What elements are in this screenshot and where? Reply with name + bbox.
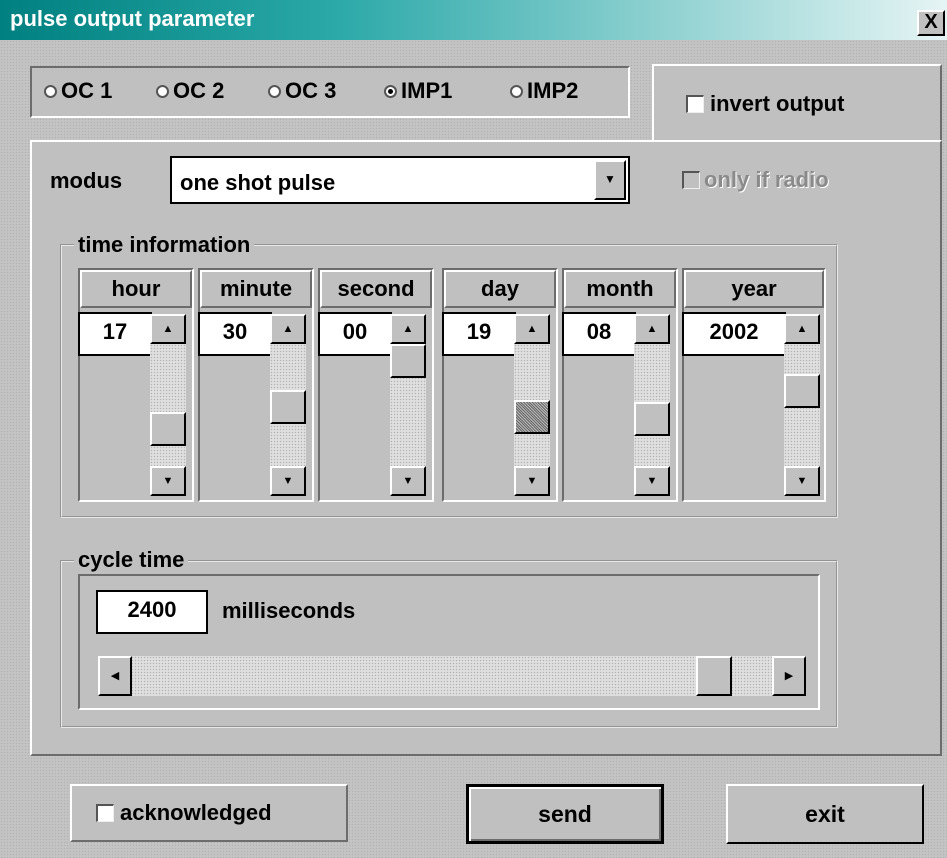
month-header: month [564, 270, 676, 308]
year-value[interactable]: 2002 [682, 312, 786, 356]
scroll-down-arrow-icon[interactable]: ▼ [390, 466, 426, 496]
second-value[interactable]: 00 [318, 312, 392, 356]
scroll-up-arrow-icon[interactable]: ▲ [270, 314, 306, 344]
cycle-time-unit: milliseconds [222, 598, 356, 623]
modus-value: one shot pulse [180, 170, 336, 195]
radio-imp1-label: IMP1 [401, 78, 453, 103]
scroll-up-arrow-icon[interactable]: ▲ [390, 314, 426, 344]
radio-oc1-indicator[interactable] [44, 84, 57, 98]
acknowledged-label: acknowledged [120, 800, 272, 825]
month-scroll-thumb[interactable] [634, 402, 670, 436]
only-if-radio-label: only if radio [704, 167, 829, 192]
year-header: year [684, 270, 824, 308]
hour-scroll-thumb[interactable] [150, 412, 186, 446]
cycle-time-scroll-thumb[interactable] [696, 656, 732, 696]
radio-imp2-indicator[interactable] [510, 84, 523, 98]
radio-imp2-label: IMP2 [527, 78, 579, 103]
radio-oc1-label: OC 1 [61, 78, 113, 103]
send-button[interactable]: send [466, 784, 664, 844]
scroll-up-arrow-icon[interactable]: ▲ [634, 314, 670, 344]
dropdown-arrow-icon[interactable]: ▼ [594, 160, 626, 200]
modus-label: modus [50, 168, 123, 193]
year-scroll-thumb[interactable] [784, 374, 820, 408]
exit-button[interactable]: exit [726, 784, 924, 844]
window-title: pulse output parameter [10, 6, 255, 31]
radio-oc2-label: OC 2 [173, 78, 225, 103]
radio-oc2-indicator[interactable] [156, 84, 169, 98]
invert-output-label: invert output [710, 91, 845, 116]
day-header: day [444, 270, 556, 308]
day-value[interactable]: 19 [442, 312, 516, 356]
second-header: second [320, 270, 432, 308]
radio-imp1-indicator[interactable] [384, 84, 397, 98]
radio-imp2[interactable]: IMP2 [510, 78, 578, 104]
hour-header: hour [80, 270, 192, 308]
scroll-down-arrow-icon[interactable]: ▼ [634, 466, 670, 496]
scroll-up-arrow-icon[interactable]: ▲ [784, 314, 820, 344]
day-scroll-thumb[interactable] [514, 400, 550, 434]
minute-header: minute [200, 270, 312, 308]
radio-imp1[interactable]: IMP1 [384, 78, 452, 104]
only-if-radio-checkbox [682, 171, 700, 189]
scroll-left-arrow-icon[interactable]: ◀ [98, 656, 132, 696]
radio-oc3-indicator[interactable] [268, 84, 281, 98]
radio-oc2[interactable]: OC 2 [156, 78, 224, 104]
radio-oc3-label: OC 3 [285, 78, 337, 103]
scroll-up-arrow-icon[interactable]: ▲ [514, 314, 550, 344]
radio-oc1[interactable]: OC 1 [44, 78, 112, 104]
close-icon[interactable]: X [917, 10, 945, 36]
scroll-down-arrow-icon[interactable]: ▼ [784, 466, 820, 496]
scroll-down-arrow-icon[interactable]: ▼ [150, 466, 186, 496]
hour-value[interactable]: 17 [78, 312, 152, 356]
time-information-title: time information [74, 232, 255, 258]
minute-scroll-thumb[interactable] [270, 390, 306, 424]
scroll-down-arrow-icon[interactable]: ▼ [514, 466, 550, 496]
scroll-right-arrow-icon[interactable]: ▶ [772, 656, 806, 696]
scroll-down-arrow-icon[interactable]: ▼ [270, 466, 306, 496]
scroll-up-arrow-icon[interactable]: ▲ [150, 314, 186, 344]
minute-value[interactable]: 30 [198, 312, 272, 356]
cycle-time-value[interactable]: 2400 [96, 590, 208, 634]
month-value[interactable]: 08 [562, 312, 636, 356]
second-scroll-thumb[interactable] [390, 344, 426, 378]
invert-output-checkbox[interactable] [686, 95, 704, 113]
cycle-time-title: cycle time [74, 547, 189, 573]
radio-oc3[interactable]: OC 3 [268, 78, 336, 104]
acknowledged-checkbox[interactable] [96, 804, 114, 822]
